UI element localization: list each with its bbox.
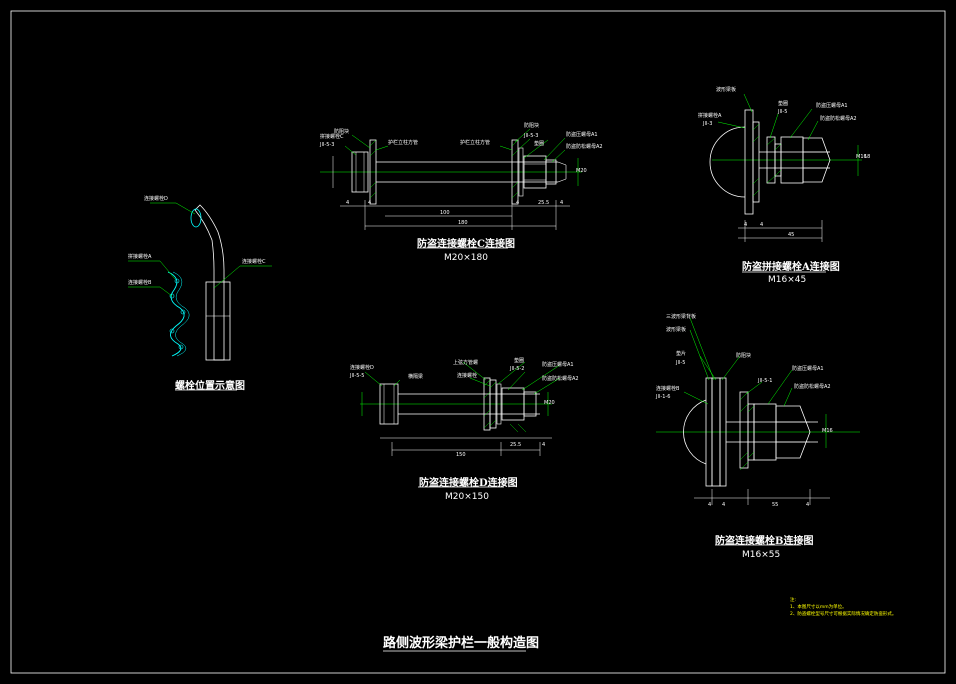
notes-header: 注: bbox=[790, 598, 797, 603]
label-a-e: JII-5 bbox=[778, 109, 788, 115]
label-d-g: JII-5-2 bbox=[510, 366, 525, 372]
dim-a-c: 45 bbox=[788, 232, 795, 238]
dim-c-b: 4 bbox=[368, 200, 372, 206]
label-c-k: M20 bbox=[576, 168, 587, 174]
dim-b-a: 4 bbox=[708, 502, 712, 508]
dim-c-e: 4 bbox=[516, 200, 520, 206]
label-d-b: JII-5-5 bbox=[350, 373, 365, 379]
label-c-d: 护栏立柱方管 bbox=[388, 140, 419, 146]
view-d-title: 防盗连接螺栓D连接图 bbox=[419, 478, 518, 489]
label-a-d: 垫圈 bbox=[778, 101, 789, 107]
dim-c-g: 4 bbox=[560, 200, 564, 206]
view-b-spec: M16×55 bbox=[742, 550, 781, 560]
label-c-f: 防阻块 bbox=[524, 123, 540, 129]
notes-block: 注: 1、本图尺寸以mm为单位。 2、防盗螺栓型号尺寸可根据实际情况确定防盗形式… bbox=[790, 597, 896, 618]
label-d-e: 连接螺栓 bbox=[457, 373, 478, 379]
post-outline bbox=[194, 204, 225, 361]
label-d-c: 横隔梁 bbox=[408, 374, 424, 380]
dim-c-f: 25.5 bbox=[538, 200, 550, 206]
dim-c-c: 100 bbox=[440, 210, 450, 216]
dim-c-a: 4 bbox=[346, 200, 350, 206]
label-d-a: 连接螺栓D bbox=[350, 365, 374, 371]
dim-b-d: 4 bbox=[806, 502, 810, 508]
label-b-k: M16 bbox=[822, 428, 833, 434]
view-a-title: 防盗拼接螺栓A连接图 bbox=[742, 262, 840, 273]
label-c-i: 防盗压螺母A1 bbox=[566, 132, 598, 138]
label-c-h: 垫圈 bbox=[534, 141, 545, 147]
label-a-f: 防盗压螺母A1 bbox=[816, 103, 848, 109]
sheet-border bbox=[10, 10, 946, 674]
label-b-d: JII-5 bbox=[676, 360, 686, 366]
label-b-e: 防阻块 bbox=[736, 353, 752, 359]
label-b-a: 三波形梁背板 bbox=[666, 314, 697, 320]
view-a-spec: M16×45 bbox=[768, 275, 807, 285]
label-b-f: 连接螺栓B bbox=[656, 386, 680, 392]
label-b-i: JII-5-1 bbox=[758, 378, 773, 384]
label-b-c: 垫片 bbox=[676, 351, 687, 357]
label-d-i: 防盗防松螺母A2 bbox=[542, 376, 579, 382]
label-b-j: 防盗防松螺母A2 bbox=[794, 384, 831, 390]
view-d-graphic bbox=[360, 361, 561, 488]
dim-a-a: 4 bbox=[744, 222, 748, 228]
label-c-c: JII-5-3 bbox=[320, 142, 335, 148]
label-b-g: JII-1-6 bbox=[656, 394, 671, 400]
cad-drawing-canvas bbox=[10, 10, 946, 674]
label-bolt-d: 连接螺栓D bbox=[144, 196, 168, 202]
dim-c-d: 180 bbox=[458, 220, 468, 226]
label-d-h: 防盗压螺母A1 bbox=[542, 362, 574, 368]
label-c-e: 护栏立柱方管 bbox=[460, 140, 491, 146]
label-d-d: 上弦方管螺 bbox=[453, 360, 479, 366]
label-a-c: JII-3 bbox=[703, 121, 713, 127]
dim-b-b: 4 bbox=[722, 502, 726, 508]
label-d-f: 垫圈 bbox=[514, 358, 525, 364]
label-bolt-c: 连接螺栓C bbox=[242, 259, 266, 265]
dim-d-b: 25.5 bbox=[510, 442, 522, 448]
label-bolt-b: 连接螺栓B bbox=[128, 280, 152, 286]
label-c-g: JII-5-3 bbox=[524, 133, 539, 139]
label-c-j: 防盗防松螺母A2 bbox=[566, 144, 603, 150]
label-a-a: 波形梁板 bbox=[716, 87, 737, 93]
label-d-j: M20 bbox=[544, 400, 555, 406]
dim-d-a: 150 bbox=[456, 452, 466, 458]
label-b-b: 波形梁板 bbox=[666, 327, 687, 333]
dim-d-c: 4 bbox=[542, 442, 546, 448]
note-2: 2、防盗螺栓型号尺寸可根据实际情况确定防盗形式。 bbox=[790, 612, 897, 617]
view-d-spec: M20×150 bbox=[445, 492, 489, 502]
view-b-title: 防盗连接螺栓B连接图 bbox=[715, 536, 814, 547]
bolt-head-dome bbox=[709, 126, 746, 198]
dim-a-b: 4 bbox=[760, 222, 764, 228]
position-diagram-title: 螺栓位置示意图 bbox=[175, 381, 245, 392]
position-diagram-graphic bbox=[128, 202, 272, 391]
view-c-spec: M20×180 bbox=[444, 253, 488, 263]
label-bolt-a: 拼接螺栓A bbox=[128, 254, 152, 260]
note-1: 1、本图尺寸以mm为单位。 bbox=[790, 605, 847, 610]
post-column bbox=[205, 281, 231, 361]
sheet-title: 路侧波形梁护栏一般构造图 bbox=[383, 636, 540, 651]
dim-b-c: 55 bbox=[772, 502, 779, 508]
label-a-g: 防盗防松螺母A2 bbox=[820, 116, 857, 122]
label-b-h: 防盗压螺母A1 bbox=[792, 366, 824, 372]
label-c-b: 拼接螺栓C bbox=[320, 134, 344, 140]
view-c-title: 防盗连接螺栓C连接图 bbox=[417, 239, 515, 250]
label-a-b: 拼接螺栓A bbox=[698, 113, 722, 119]
dim-a-d: 18 bbox=[864, 154, 871, 160]
